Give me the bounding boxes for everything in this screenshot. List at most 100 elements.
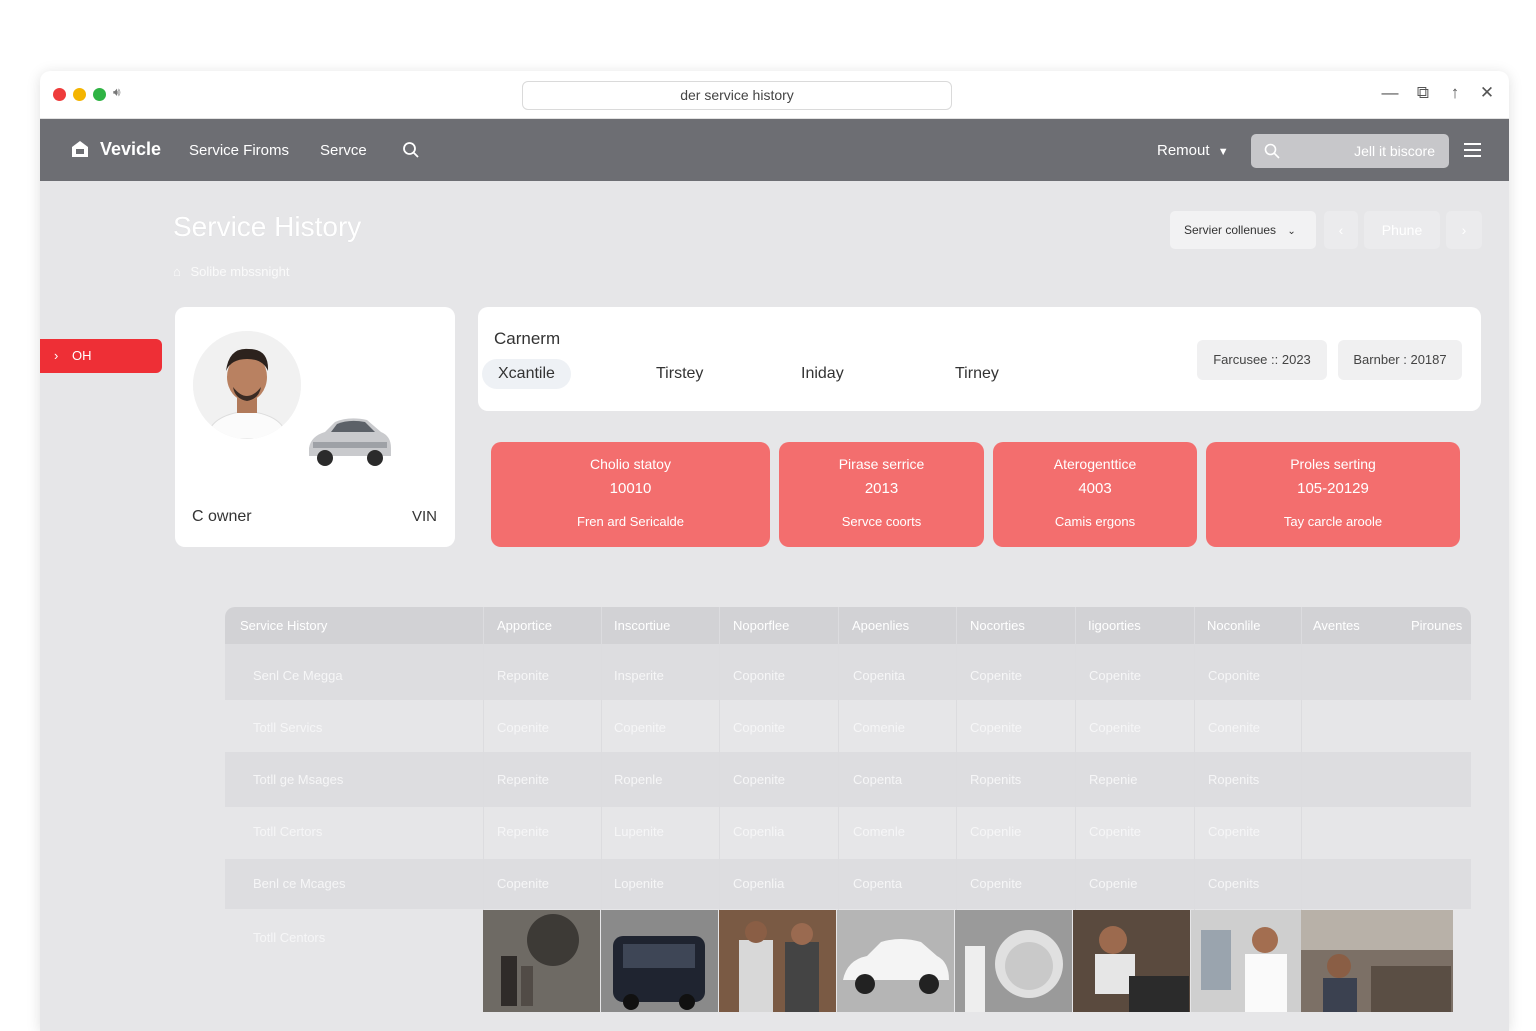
table-cell: Copenite: [970, 720, 1023, 735]
nav-link-service-forms[interactable]: Service Firoms: [189, 142, 289, 159]
maximize-window-dot[interactable]: [93, 88, 106, 101]
table-row[interactable]: [225, 807, 1471, 859]
vin-label: VIN: [411, 508, 437, 525]
stat-value: 4003: [1078, 480, 1112, 497]
pager-prev-button[interactable]: ‹: [1324, 211, 1358, 249]
stat-subtitle: Tay carcle aroole: [1283, 514, 1383, 529]
minimize-icon[interactable]: —: [1379, 83, 1401, 103]
photo-strip: [483, 910, 1453, 1012]
close-icon[interactable]: ✕: [1476, 83, 1498, 103]
table-cell: Copenite: [970, 876, 1023, 891]
stat-card[interactable]: Proles serting 105-20129 Tay carcle aroo…: [1206, 442, 1460, 547]
info-tab-tirney[interactable]: Tirney: [955, 359, 999, 389]
breadcrumb[interactable]: ⌂ Solibe mbssnight: [173, 264, 289, 279]
table-cell: Conenite: [1208, 720, 1261, 735]
stat-value: 105-20129: [1297, 480, 1369, 497]
restore-icon[interactable]: ⧉: [1412, 83, 1434, 103]
stat-title: Aterogenttice: [1053, 456, 1137, 472]
table-cell: Copenite: [1089, 668, 1142, 683]
stat-title: Proles serting: [1290, 456, 1376, 472]
search-icon: [1264, 143, 1280, 159]
search-icon[interactable]: [402, 141, 420, 159]
column-header[interactable]: Aventes: [1313, 618, 1360, 633]
table-cell: Comenie: [853, 720, 906, 735]
stat-value: 10010: [609, 480, 652, 497]
row-label: Benl ce Mcages: [253, 876, 346, 891]
table-cell: Coponite: [1208, 668, 1261, 683]
table-cell: Copenlia: [733, 824, 785, 839]
stat-card[interactable]: Cholio statoy 10010 Fren ard Sericalde: [491, 442, 770, 547]
global-search[interactable]: Jell it biscore: [1251, 134, 1449, 168]
account-dropdown[interactable]: Remout ▼: [1157, 142, 1229, 159]
garage-interior-photo[interactable]: [1301, 910, 1453, 1012]
home-icon: ⌂: [173, 264, 181, 279]
column-header[interactable]: Inscortiue: [614, 618, 670, 633]
stat-value: 2013: [864, 480, 899, 497]
table-cell: Repenite: [497, 772, 550, 787]
table-cell: Copenite: [497, 876, 550, 891]
table-cell: Copenie: [1089, 876, 1138, 891]
profile-card: C owner VIN: [175, 307, 455, 547]
table-row[interactable]: [225, 644, 1471, 700]
table-cell: Copenta: [853, 876, 903, 891]
speaker-icon: 🔊︎: [113, 85, 121, 99]
owner-label: C owner: [192, 508, 252, 525]
table-row[interactable]: [225, 859, 1471, 909]
white-car-photo[interactable]: [837, 910, 954, 1012]
workshop-photo[interactable]: [483, 910, 600, 1012]
column-header[interactable]: Noconlile: [1207, 618, 1260, 633]
table-row[interactable]: [225, 700, 1471, 752]
table-cell: Lopenite: [614, 876, 664, 891]
column-header[interactable]: Apoenlies: [852, 618, 909, 633]
table-cell: Copenite: [1208, 824, 1261, 839]
pager-next-button[interactable]: ›: [1446, 211, 1482, 249]
close-window-dot[interactable]: [53, 88, 66, 101]
stat-card[interactable]: Aterogenttice 4003 Camis ergons: [993, 442, 1197, 547]
table-cell: Comenle: [853, 824, 906, 839]
table-cell: Ropenle: [614, 772, 663, 787]
table-cell: Coponite: [733, 720, 786, 735]
table-row[interactable]: [225, 752, 1471, 807]
page-title: Service History: [173, 211, 362, 242]
service-worker-photo[interactable]: [1191, 910, 1308, 1012]
breadcrumb-label: Solibe mbssnight: [190, 264, 290, 279]
van-photo[interactable]: [601, 910, 718, 1012]
column-header[interactable]: Iigoorties: [1088, 618, 1141, 633]
column-header[interactable]: Pirounes: [1411, 618, 1462, 633]
arrow-up-icon[interactable]: ↑: [1444, 83, 1466, 103]
info-tab-xcantile[interactable]: Xcantile: [482, 359, 571, 389]
chevron-right-icon: ›: [54, 348, 59, 363]
table-cell: Repenite: [497, 824, 550, 839]
sort-select[interactable]: Servier collenues ⌄: [1170, 211, 1316, 249]
technician-photo[interactable]: [1073, 910, 1190, 1012]
table-cell: Repenie: [1089, 772, 1138, 787]
table-cell: Ropenits: [1208, 772, 1260, 787]
column-header[interactable]: Nocorties: [970, 618, 1025, 633]
info-chip-farcusee[interactable]: Farcusee :: 2023: [1197, 340, 1327, 380]
pager-page-button[interactable]: Phune: [1364, 211, 1440, 249]
address-bar[interactable]: der service history: [522, 81, 952, 110]
stat-subtitle: Servce coorts: [841, 514, 922, 529]
info-card: Carnerm Xcantile Tirstey Iniday Tirney F…: [478, 307, 1481, 411]
table-cell: Copenita: [853, 668, 906, 683]
table-cell: Copenite: [1089, 720, 1142, 735]
info-tab-iniday[interactable]: Iniday: [801, 359, 844, 389]
info-chip-barnber[interactable]: Barnber : 20187: [1338, 340, 1462, 380]
stat-card[interactable]: Pirase serrice 2013 Servce coorts: [779, 442, 984, 547]
mechanics-photo[interactable]: [719, 910, 836, 1012]
brand-name[interactable]: Vevicle: [100, 139, 161, 160]
app-window: 🔊︎ der service history — ⧉ ↑ ✕ Vevicle S…: [40, 71, 1509, 1031]
column-header[interactable]: Service History: [240, 618, 327, 633]
table-cell: Copenite: [497, 720, 550, 735]
side-tab[interactable]: › OH: [40, 339, 162, 373]
column-header[interactable]: Noporflee: [733, 618, 789, 633]
nav-link-service[interactable]: Servce: [320, 142, 367, 159]
info-tab-tirstey[interactable]: Tirstey: [656, 359, 703, 389]
info-card-title: Carnerm: [494, 329, 561, 348]
portrait-photo[interactable]: [955, 910, 1072, 1012]
account-dropdown-label: Remout: [1157, 142, 1210, 159]
column-header[interactable]: Apportice: [497, 618, 552, 633]
minimize-window-dot[interactable]: [73, 88, 86, 101]
menu-icon[interactable]: [1464, 143, 1481, 157]
table-cell: Copenite: [1089, 824, 1142, 839]
